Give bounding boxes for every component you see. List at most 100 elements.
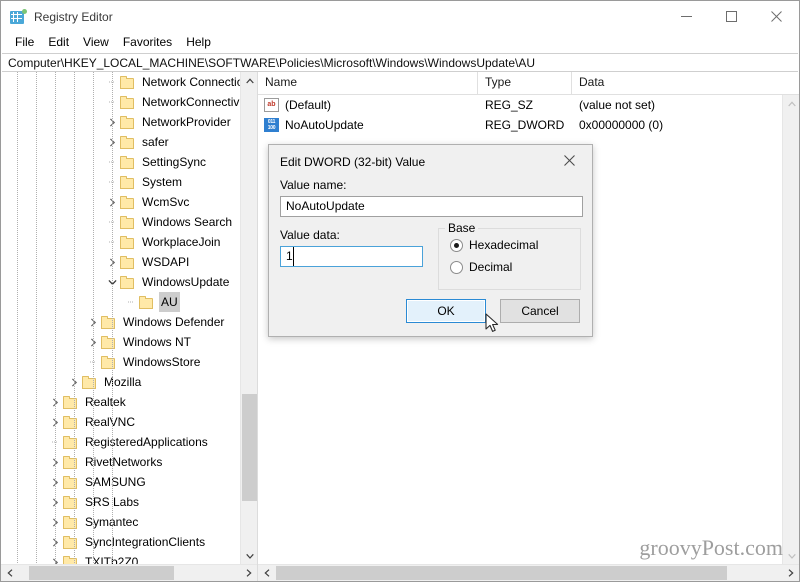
tree-item-samsung[interactable]: SAMSUNG [1,472,257,492]
menu-item-view[interactable]: View [76,33,116,52]
tree-guide-line [74,72,75,564]
tree-item-label: SettingSync [142,155,207,169]
tree-item-rivetnetworks[interactable]: RivetNetworks [1,452,257,472]
value-row[interactable]: ab (Default) REG_SZ (value not set) [258,95,799,115]
tree-item-windows-nt[interactable]: Windows NT [1,332,257,352]
tree-item-au[interactable]: AU [1,292,257,312]
list-hscroll-thumb[interactable] [276,566,727,580]
minimize-icon[interactable] [664,1,709,32]
tree-item-windows-defender[interactable]: Windows Defender [1,312,257,332]
cancel-button[interactable]: Cancel [500,299,580,323]
list-horizontal-scrollbar[interactable] [258,564,799,581]
tree-item-label: RivetNetworks [85,455,163,469]
tree-guide-line [112,72,113,564]
folder-icon [101,335,116,349]
tree-item-settingsync[interactable]: SettingSync [1,152,257,172]
scroll-right-icon[interactable] [240,565,257,581]
menu-bar: File Edit View Favorites Help [1,32,799,53]
menu-item-edit[interactable]: Edit [41,33,76,52]
tree-item-wsdapi[interactable]: WSDAPI [1,252,257,272]
list-vertical-scrollbar[interactable] [782,95,799,564]
list-scroll-right-icon[interactable] [782,565,799,581]
tree-item-label: WSDAPI [142,255,190,269]
address-bar[interactable]: Computer\HKEY_LOCAL_MACHINE\SOFTWARE\Pol… [2,53,798,72]
dialog-close-icon[interactable] [547,145,592,176]
list-scroll-up-icon[interactable] [783,95,799,112]
radio-decimal[interactable]: Decimal [450,258,580,276]
tree-item-label: System [142,175,183,189]
tree-item-registeredapplications[interactable]: RegisteredApplications [1,432,257,452]
tree-item-srs-labs[interactable]: SRS Labs [1,492,257,512]
value-name-cell: 011 100 NoAutoUpdate [258,118,478,132]
tree-item-safer[interactable]: safer [1,132,257,152]
menu-item-help[interactable]: Help [179,33,218,52]
value-name-text: NoAutoUpdate [285,118,364,132]
tree-item-wcmsvc[interactable]: WcmSvc [1,192,257,212]
scroll-left-icon[interactable] [1,565,18,581]
tree-item-syncintegrationclients[interactable]: SyncIntegrationClients [1,532,257,552]
radio-hexadecimal[interactable]: Hexadecimal [450,236,580,254]
dialog-body: Value name: NoAutoUpdate Value data: 1 B… [269,178,592,290]
base-legend: Base [445,221,479,235]
list-scroll-down-icon[interactable] [783,547,799,564]
registry-tree[interactable]: Network Connections NetworkConnectivity’ N… [1,72,257,564]
registry-tree-pane: Network Connections NetworkConnectivity’ N… [1,72,258,581]
menu-item-file[interactable]: File [8,33,41,52]
tree-item-networkconnectivity[interactable]: NetworkConnectivity’ [1,92,257,112]
tree-item-label: Realtek [85,395,126,409]
tree-item-networkprovider[interactable]: NetworkProvider [1,112,257,132]
list-scroll-left-icon[interactable] [258,565,275,581]
close-icon[interactable] [754,1,799,32]
column-header-name[interactable]: Name [258,72,478,94]
tree-item-label: safer [142,135,169,149]
tree-item-windowsstore[interactable]: WindowsStore [1,352,257,372]
tree-item-symantec[interactable]: Symantec [1,512,257,532]
tree-item-realtek[interactable]: Realtek [1,392,257,412]
tree-item-realvnc[interactable]: RealVNC [1,412,257,432]
tree-horizontal-scrollbar[interactable] [1,564,257,581]
tree-vertical-scrollbar[interactable] [240,72,257,564]
tree-hscroll-thumb[interactable] [29,566,174,580]
scroll-down-icon[interactable] [241,547,257,564]
tree-scroll-thumb[interactable] [242,394,257,501]
folder-icon [63,495,78,509]
window-title: Registry Editor [34,9,113,24]
folder-icon [63,475,78,489]
tree-item-system[interactable]: System [1,172,257,192]
value-row[interactable]: 011 100 NoAutoUpdate REG_DWORD 0x00000000 (0… [258,115,799,135]
scroll-up-icon[interactable] [241,72,257,89]
column-header-data[interactable]: Data [572,72,799,94]
value-name-label: Value name: [280,178,347,192]
tree-item-txitb2z0[interactable]: TXITb2Z0 [1,552,257,564]
folder-icon [120,215,135,229]
folder-icon [101,355,116,369]
value-data-input[interactable]: 1 [280,246,423,267]
tree-item-windowsupdate[interactable]: WindowsUpdate [1,272,257,292]
dialog-title: Edit DWORD (32-bit) Value [280,154,426,169]
watermark: groovyPost.com [639,535,783,560]
column-header-type[interactable]: Type [478,72,572,94]
folder-icon [63,555,78,564]
dword-value-icon: 011 100 [264,118,279,132]
tree-item-windows-search[interactable]: Windows Search [1,212,257,232]
folder-icon [120,275,135,289]
folder-icon [120,255,135,269]
maximize-icon[interactable] [709,1,754,32]
tree-guide-line [36,72,37,564]
value-name-input[interactable]: NoAutoUpdate [280,196,583,217]
ok-button[interactable]: OK [406,299,486,323]
folder-icon [120,115,135,129]
string-value-icon: ab [264,98,279,112]
tree-item-mozilla[interactable]: Mozilla [1,372,257,392]
tree-item-workplacejoin[interactable]: WorkplaceJoin [1,232,257,252]
tree-item-label: SyncIntegrationClients [85,535,206,549]
tree-item-network-connections[interactable]: Network Connections [1,72,257,92]
tree-item-label: Windows Defender [123,315,225,329]
folder-icon [120,175,135,189]
menu-item-favorites[interactable]: Favorites [116,33,179,52]
